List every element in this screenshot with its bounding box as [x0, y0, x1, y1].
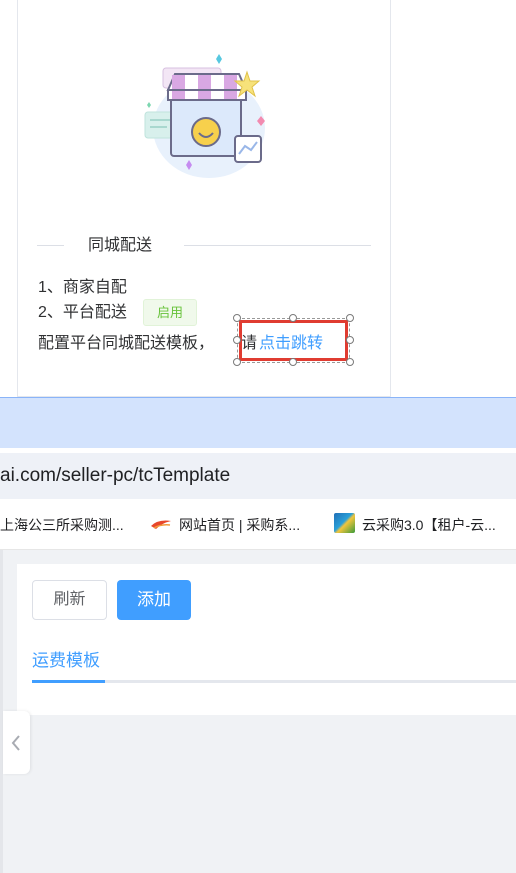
- resize-handle-top[interactable]: [289, 314, 297, 322]
- resize-handle-bottom-left[interactable]: [233, 358, 241, 366]
- chevron-left-icon: [11, 735, 20, 751]
- tab-freight-template[interactable]: 运费模板: [32, 646, 100, 671]
- resize-handle-bottom-right[interactable]: [346, 358, 354, 366]
- merchant-delivery-text: 1、商家自配: [38, 279, 127, 296]
- shop-illustration-icon: [144, 54, 265, 178]
- tab-active-indicator: [32, 680, 105, 683]
- address-bar[interactable]: ai.com/seller-pc/tcTemplate: [0, 453, 516, 499]
- template-card: 刷新 添加 运费模板: [17, 564, 516, 715]
- browser-tab-strip: [0, 397, 516, 448]
- sidebar-collapse-button[interactable]: [3, 711, 30, 774]
- jump-link[interactable]: 点击跳转: [259, 333, 323, 355]
- divider-right: [184, 245, 371, 246]
- enabled-status-badge: 启用: [143, 299, 197, 326]
- bookmark-item[interactable]: 上海公三所采购测...: [0, 515, 124, 535]
- platform-delivery-text: 2、平台配送: [38, 304, 127, 321]
- resize-handle-bottom[interactable]: [289, 358, 297, 366]
- resize-handle-top-left[interactable]: [233, 314, 241, 322]
- site-logo-icon: [151, 520, 171, 529]
- url-text[interactable]: ai.com/seller-pc/tcTemplate: [0, 465, 230, 487]
- landscape-thumb-icon: [334, 513, 355, 533]
- resize-handle-right[interactable]: [346, 336, 354, 344]
- add-button[interactable]: 添加: [117, 580, 191, 620]
- resize-handle-left[interactable]: [233, 336, 241, 344]
- bookmarks-bar: 上海公三所采购测... 网站首页 | 采购系... 云采购3.0【租户-云...: [0, 499, 516, 550]
- divider-left: [37, 245, 64, 246]
- resize-handle-top-right[interactable]: [346, 314, 354, 322]
- config-template-text: 配置平台同城配送模板，: [38, 335, 215, 352]
- page-content-area: 刷新 添加 运费模板: [0, 550, 516, 873]
- bookmark-item[interactable]: 网站首页 | 采购系...: [179, 515, 300, 535]
- refresh-button[interactable]: 刷新: [32, 580, 107, 620]
- section-title: 同城配送: [88, 237, 153, 254]
- delivery-config-panel: 同城配送 1、商家自配 2、平台配送 启用 配置平台同城配送模板， 请 点击跳转: [0, 0, 516, 397]
- bookmark-item[interactable]: 云采购3.0【租户-云...: [362, 515, 496, 535]
